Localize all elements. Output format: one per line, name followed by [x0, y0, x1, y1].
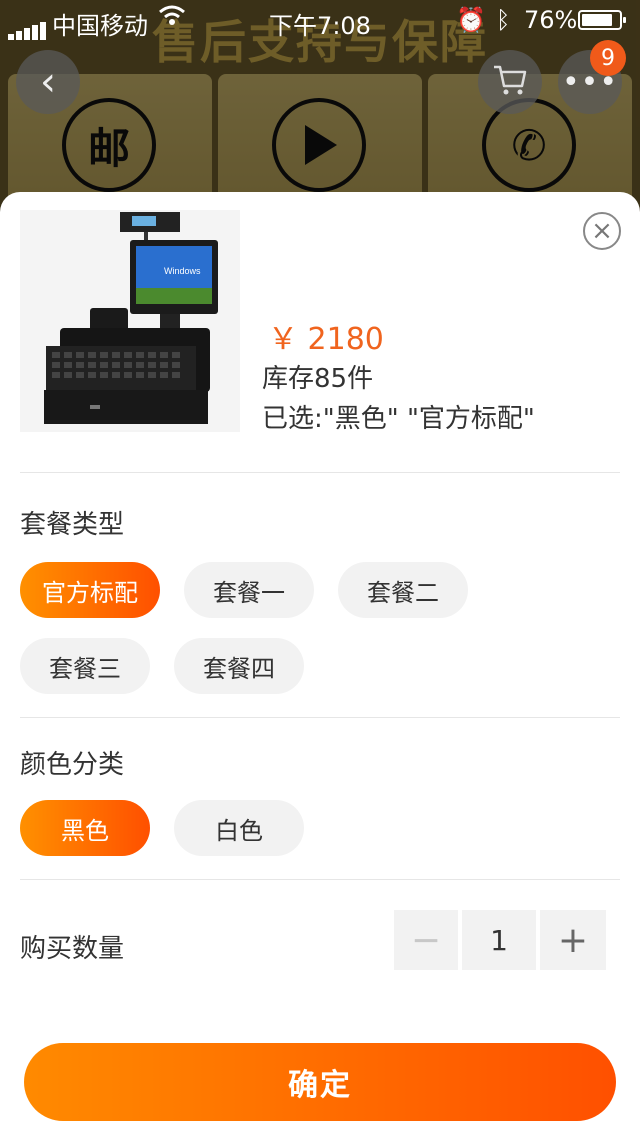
- close-icon: ×: [591, 216, 613, 246]
- status-bar: 中国移动 下午7:08 ⏰ ᛒ 76%: [0, 0, 640, 40]
- product-image: Windows: [20, 210, 240, 432]
- product-price: ￥ 2180: [268, 322, 384, 357]
- battery-icon: [578, 10, 626, 30]
- back-button[interactable]: ‹: [16, 50, 80, 114]
- notification-badge: 9: [590, 40, 626, 76]
- quantity-increment-button[interactable]: +: [540, 910, 606, 970]
- selected-summary: 已选:"黑色" "官方标配": [262, 404, 535, 434]
- alarm-icon: ⏰: [456, 6, 486, 34]
- confirm-button[interactable]: 确定: [24, 1043, 616, 1121]
- bluetooth-icon: ᛒ: [496, 6, 511, 34]
- product-stock: 库存85件: [262, 364, 374, 394]
- close-button[interactable]: ×: [583, 212, 621, 250]
- quantity-decrement-button[interactable]: −: [394, 910, 458, 970]
- cart-button[interactable]: [478, 50, 542, 114]
- package-option-1[interactable]: 套餐一: [184, 562, 314, 618]
- divider: [20, 472, 620, 473]
- package-option-3[interactable]: 套餐三: [20, 638, 150, 694]
- package-option-standard[interactable]: 官方标配: [20, 562, 160, 618]
- divider: [20, 879, 620, 880]
- color-section-title: 颜色分类: [20, 750, 125, 780]
- battery-percent: 76%: [524, 6, 578, 34]
- package-section-title: 套餐类型: [20, 510, 125, 540]
- quantity-label: 购买数量: [20, 934, 125, 964]
- color-option-black[interactable]: 黑色: [20, 800, 150, 856]
- divider: [20, 717, 620, 718]
- package-option-4[interactable]: 套餐四: [174, 638, 304, 694]
- quantity-value[interactable]: 1: [462, 910, 536, 970]
- package-option-2[interactable]: 套餐二: [338, 562, 468, 618]
- back-icon: ‹: [40, 59, 56, 105]
- color-option-white[interactable]: 白色: [174, 800, 304, 856]
- cart-icon: [492, 64, 528, 100]
- svg-text:Windows: Windows: [164, 266, 201, 276]
- sku-sheet: Windows × ￥ 2180 库存85件 已选:"黑色" "官方标配" 套餐…: [0, 192, 640, 1136]
